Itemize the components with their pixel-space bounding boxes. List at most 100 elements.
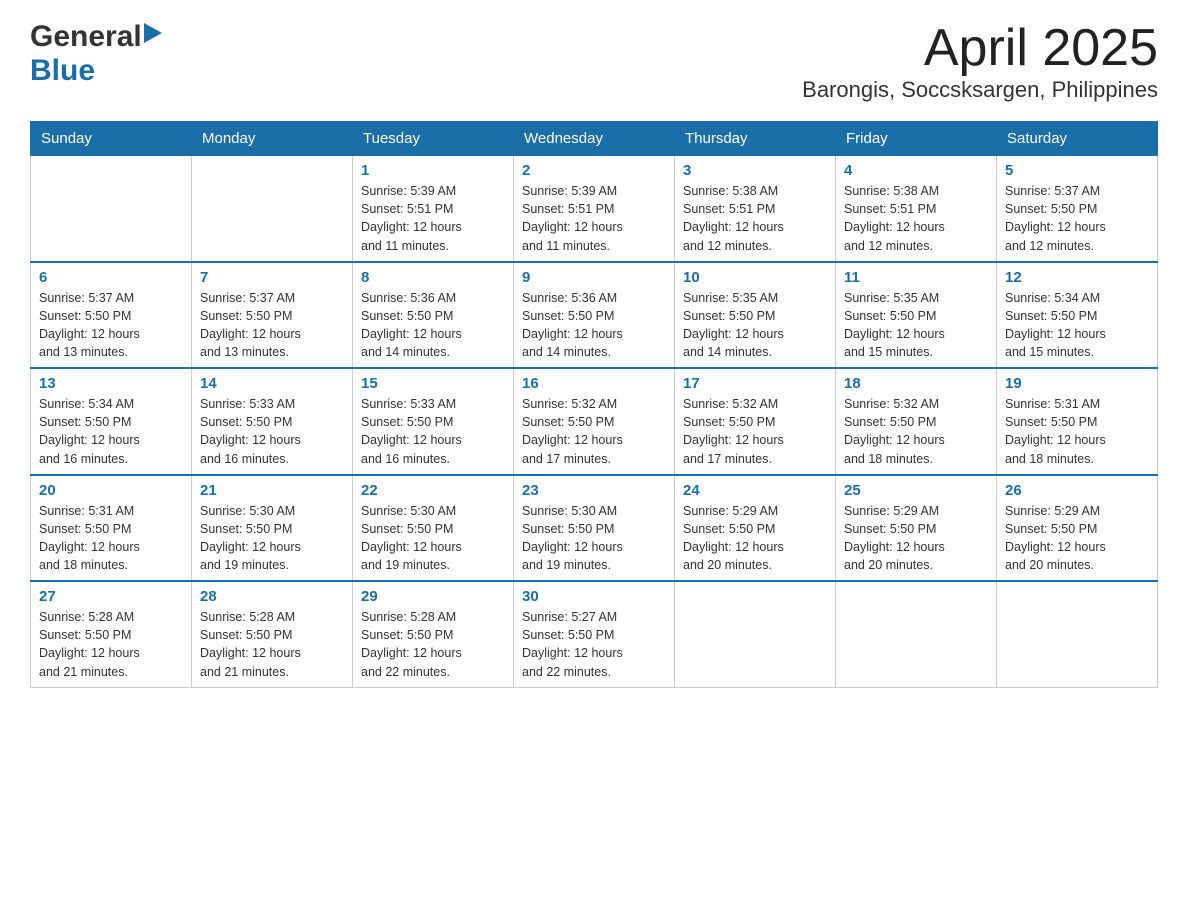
day-detail: Sunrise: 5:34 AM Sunset: 5:50 PM Dayligh…	[1005, 289, 1149, 362]
page-header: General Blue April 2025 Barongis, Soccsk…	[30, 20, 1158, 103]
logo: General Blue	[30, 20, 162, 88]
day-number: 13	[39, 375, 183, 392]
calendar-day-cell: 2Sunrise: 5:39 AM Sunset: 5:51 PM Daylig…	[514, 156, 675, 262]
day-number: 17	[683, 375, 827, 392]
calendar-day-cell: 13 Sunrise: 5:34 AM Sunset: 5:50 PM Dayli…	[31, 368, 192, 475]
calendar-day-cell: 3Sunrise: 5:38 AM Sunset: 5:51 PM Daylig…	[675, 156, 836, 262]
calendar-day-cell: 19 Sunrise: 5:31 AM Sunset: 5:50 PM Dayli…	[997, 368, 1158, 475]
day-detail: Sunrise: 5:28 AM Sunset: 5:50 PM Dayligh…	[200, 608, 344, 681]
calendar-day-cell: 7Sunrise: 5:37 AM Sunset: 5:50 PM Daylig…	[192, 262, 353, 369]
calendar-week-row: 13 Sunrise: 5:34 AM Sunset: 5:50 PM Dayli…	[31, 368, 1158, 475]
calendar-day-cell: 1 Sunrise: 5:39 AM Sunset: 5:51 PM Daylig…	[353, 156, 514, 262]
day-detail: Sunrise: 5:36 AM Sunset: 5:50 PM Dayligh…	[522, 289, 666, 362]
logo-general: General	[30, 20, 142, 54]
day-number: 18	[844, 375, 988, 392]
day-number: 27	[39, 588, 183, 605]
calendar-day-cell: 12 Sunrise: 5:34 AM Sunset: 5:50 PM Dayli…	[997, 262, 1158, 369]
day-number: 6	[39, 269, 183, 286]
calendar-day-cell: 24 Sunrise: 5:29 AM Sunset: 5:50 PM Dayli…	[675, 475, 836, 582]
calendar-day-header: Saturday	[997, 122, 1158, 156]
day-detail: Sunrise: 5:31 AM Sunset: 5:50 PM Dayligh…	[1005, 395, 1149, 468]
calendar-day-cell: 15 Sunrise: 5:33 AM Sunset: 5:50 PM Dayli…	[353, 368, 514, 475]
calendar-day-cell: 6 Sunrise: 5:37 AM Sunset: 5:50 PM Daylig…	[31, 262, 192, 369]
day-number: 28	[200, 588, 344, 605]
calendar-day-header: Sunday	[31, 122, 192, 156]
calendar-day-cell: 27 Sunrise: 5:28 AM Sunset: 5:50 PM Dayli…	[31, 581, 192, 687]
day-detail: Sunrise: 5:34 AM Sunset: 5:50 PM Dayligh…	[39, 395, 183, 468]
day-detail: Sunrise: 5:35 AM Sunset: 5:50 PM Dayligh…	[683, 289, 827, 362]
day-detail: Sunrise: 5:28 AM Sunset: 5:50 PM Dayligh…	[39, 608, 183, 681]
day-number: 2	[522, 162, 666, 179]
day-number: 16	[522, 375, 666, 392]
calendar-day-cell: 18Sunrise: 5:32 AM Sunset: 5:50 PM Dayli…	[836, 368, 997, 475]
day-detail: Sunrise: 5:37 AM Sunset: 5:50 PM Dayligh…	[39, 289, 183, 362]
day-number: 10	[683, 269, 827, 286]
day-number: 12	[1005, 269, 1149, 286]
calendar-day-header: Tuesday	[353, 122, 514, 156]
day-number: 5	[1005, 162, 1149, 179]
day-detail: Sunrise: 5:32 AM Sunset: 5:50 PM Dayligh…	[683, 395, 827, 468]
calendar-day-cell: 5 Sunrise: 5:37 AM Sunset: 5:50 PM Daylig…	[997, 156, 1158, 262]
calendar-day-cell: 23 Sunrise: 5:30 AM Sunset: 5:50 PM Dayli…	[514, 475, 675, 582]
calendar-day-cell: 11 Sunrise: 5:35 AM Sunset: 5:50 PM Dayli…	[836, 262, 997, 369]
calendar-day-cell: 28 Sunrise: 5:28 AM Sunset: 5:50 PM Dayli…	[192, 581, 353, 687]
title-block: April 2025 Barongis, Soccsksargen, Phili…	[802, 20, 1158, 103]
day-detail: Sunrise: 5:29 AM Sunset: 5:50 PM Dayligh…	[844, 502, 988, 575]
day-detail: Sunrise: 5:39 AM Sunset: 5:51 PM Dayligh…	[361, 182, 505, 255]
page-title: April 2025	[802, 20, 1158, 77]
day-detail: Sunrise: 5:33 AM Sunset: 5:50 PM Dayligh…	[361, 395, 505, 468]
page-subtitle: Barongis, Soccsksargen, Philippines	[802, 77, 1158, 103]
day-detail: Sunrise: 5:33 AM Sunset: 5:50 PM Dayligh…	[200, 395, 344, 468]
day-detail: Sunrise: 5:38 AM Sunset: 5:51 PM Dayligh…	[844, 182, 988, 255]
day-detail: Sunrise: 5:29 AM Sunset: 5:50 PM Dayligh…	[1005, 502, 1149, 575]
calendar-day-cell	[836, 581, 997, 687]
day-number: 14	[200, 375, 344, 392]
day-number: 22	[361, 482, 505, 499]
calendar-day-cell	[31, 156, 192, 262]
day-detail: Sunrise: 5:36 AM Sunset: 5:50 PM Dayligh…	[361, 289, 505, 362]
calendar-week-row: 6 Sunrise: 5:37 AM Sunset: 5:50 PM Daylig…	[31, 262, 1158, 369]
day-number: 8	[361, 269, 505, 286]
day-detail: Sunrise: 5:32 AM Sunset: 5:50 PM Dayligh…	[522, 395, 666, 468]
day-number: 9	[522, 269, 666, 286]
day-detail: Sunrise: 5:29 AM Sunset: 5:50 PM Dayligh…	[683, 502, 827, 575]
day-number: 20	[39, 482, 183, 499]
calendar-day-header: Friday	[836, 122, 997, 156]
calendar-week-row: 20 Sunrise: 5:31 AM Sunset: 5:50 PM Dayli…	[31, 475, 1158, 582]
day-number: 24	[683, 482, 827, 499]
calendar-header-row: SundayMondayTuesdayWednesdayThursdayFrid…	[31, 122, 1158, 156]
day-detail: Sunrise: 5:30 AM Sunset: 5:50 PM Dayligh…	[522, 502, 666, 575]
calendar-day-cell: 26 Sunrise: 5:29 AM Sunset: 5:50 PM Dayli…	[997, 475, 1158, 582]
day-detail: Sunrise: 5:31 AM Sunset: 5:50 PM Dayligh…	[39, 502, 183, 575]
calendar-day-cell	[997, 581, 1158, 687]
day-detail: Sunrise: 5:37 AM Sunset: 5:50 PM Dayligh…	[200, 289, 344, 362]
calendar-day-cell: 9 Sunrise: 5:36 AM Sunset: 5:50 PM Daylig…	[514, 262, 675, 369]
calendar-day-cell: 20 Sunrise: 5:31 AM Sunset: 5:50 PM Dayli…	[31, 475, 192, 582]
day-number: 25	[844, 482, 988, 499]
day-number: 21	[200, 482, 344, 499]
day-number: 30	[522, 588, 666, 605]
calendar-day-cell: 17 Sunrise: 5:32 AM Sunset: 5:50 PM Dayli…	[675, 368, 836, 475]
day-number: 3	[683, 162, 827, 179]
calendar-day-header: Thursday	[675, 122, 836, 156]
day-number: 19	[1005, 375, 1149, 392]
day-number: 4	[844, 162, 988, 179]
day-number: 29	[361, 588, 505, 605]
day-detail: Sunrise: 5:30 AM Sunset: 5:50 PM Dayligh…	[200, 502, 344, 575]
day-number: 15	[361, 375, 505, 392]
day-number: 23	[522, 482, 666, 499]
day-number: 26	[1005, 482, 1149, 499]
day-number: 11	[844, 269, 988, 286]
calendar-table: SundayMondayTuesdayWednesdayThursdayFrid…	[30, 121, 1158, 688]
calendar-day-cell	[192, 156, 353, 262]
logo-arrow-icon	[144, 23, 162, 48]
calendar-day-cell: 30Sunrise: 5:27 AM Sunset: 5:50 PM Dayli…	[514, 581, 675, 687]
logo-blue: Blue	[30, 54, 95, 87]
calendar-day-cell	[675, 581, 836, 687]
calendar-day-header: Wednesday	[514, 122, 675, 156]
day-detail: Sunrise: 5:37 AM Sunset: 5:50 PM Dayligh…	[1005, 182, 1149, 255]
day-detail: Sunrise: 5:30 AM Sunset: 5:50 PM Dayligh…	[361, 502, 505, 575]
day-number: 1	[361, 162, 505, 179]
day-detail: Sunrise: 5:35 AM Sunset: 5:50 PM Dayligh…	[844, 289, 988, 362]
day-detail: Sunrise: 5:28 AM Sunset: 5:50 PM Dayligh…	[361, 608, 505, 681]
